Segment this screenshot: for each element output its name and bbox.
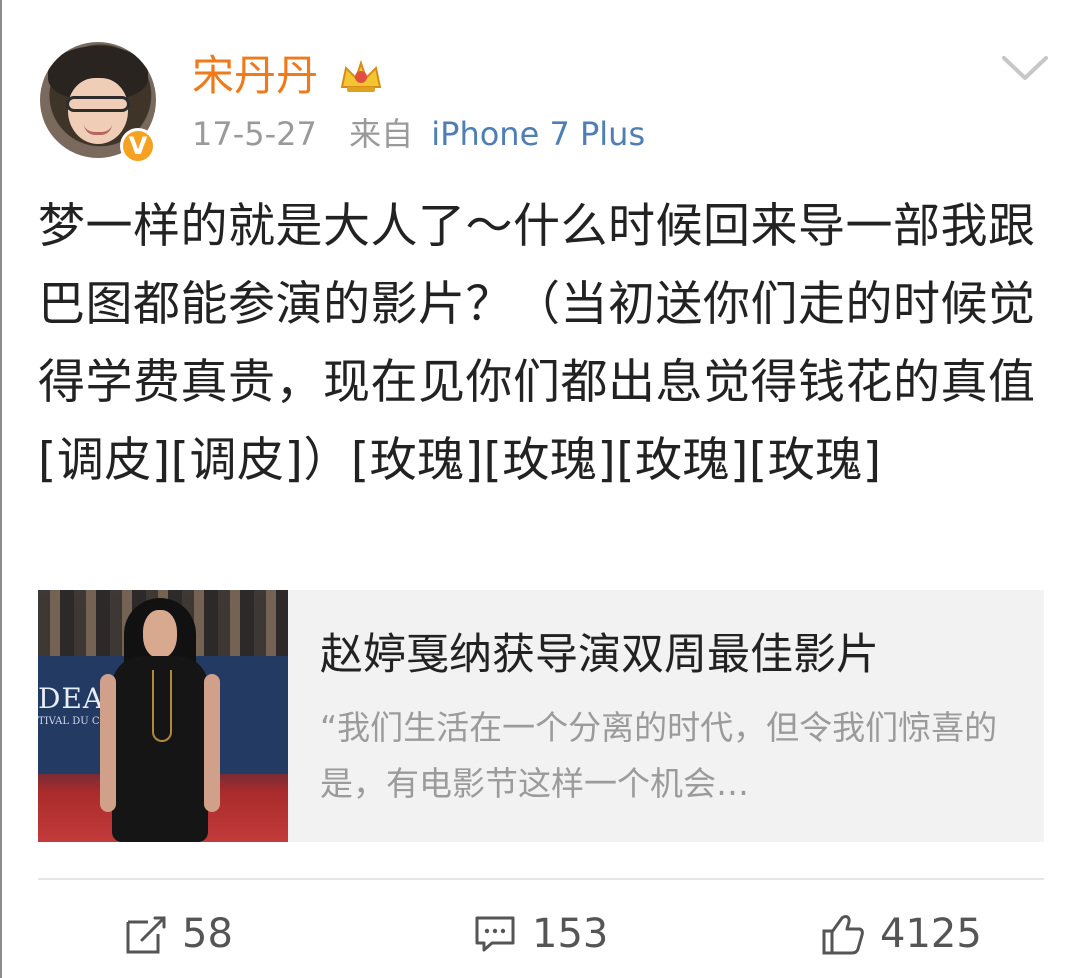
comment-count: 153 bbox=[532, 911, 609, 957]
repost-button[interactable]: 58 bbox=[124, 908, 233, 960]
like-button[interactable]: 4125 bbox=[820, 908, 982, 960]
crown-icon bbox=[340, 59, 382, 92]
chevron-down-icon[interactable] bbox=[1000, 54, 1050, 84]
repost-count: 58 bbox=[182, 911, 233, 957]
source-prefix: 来自 bbox=[349, 115, 414, 153]
article-title: 赵婷戛纳获导演双周最佳影片 bbox=[320, 630, 879, 680]
article-description: “我们生活在一个分离的时代，但令我们惊喜的是，有电影节这样一个机会… bbox=[320, 708, 998, 803]
article-card[interactable]: DEAUV TIVAL DU CINÉ 赵婷戛纳获导演双周最佳影片 “我们生活在… bbox=[38, 590, 1044, 842]
device-link[interactable]: iPhone 7 Plus bbox=[431, 115, 645, 153]
comment-button[interactable]: 153 bbox=[472, 908, 608, 960]
post-header: V 宋丹丹 17-5-27 来自 iPhone 7 Plus bbox=[40, 42, 1050, 164]
like-count: 4125 bbox=[880, 911, 982, 957]
comment-icon bbox=[475, 916, 515, 952]
left-edge-line bbox=[0, 0, 2, 978]
author-name[interactable]: 宋丹丹 bbox=[192, 48, 318, 104]
divider bbox=[38, 878, 1044, 880]
repost-icon bbox=[126, 916, 166, 954]
article-thumbnail: DEAUV TIVAL DU CINÉ bbox=[38, 590, 288, 842]
thumbs-up-icon bbox=[822, 915, 864, 955]
post-text: 梦一样的就是大人了～什么时候回来导一部我跟巴图都能参演的影片？（当初送你们走的时… bbox=[38, 199, 1036, 488]
post-meta: 17-5-27 来自 iPhone 7 Plus bbox=[192, 112, 645, 156]
post-date: 17-5-27 bbox=[192, 115, 317, 153]
verified-badge-icon: V bbox=[120, 128, 156, 164]
